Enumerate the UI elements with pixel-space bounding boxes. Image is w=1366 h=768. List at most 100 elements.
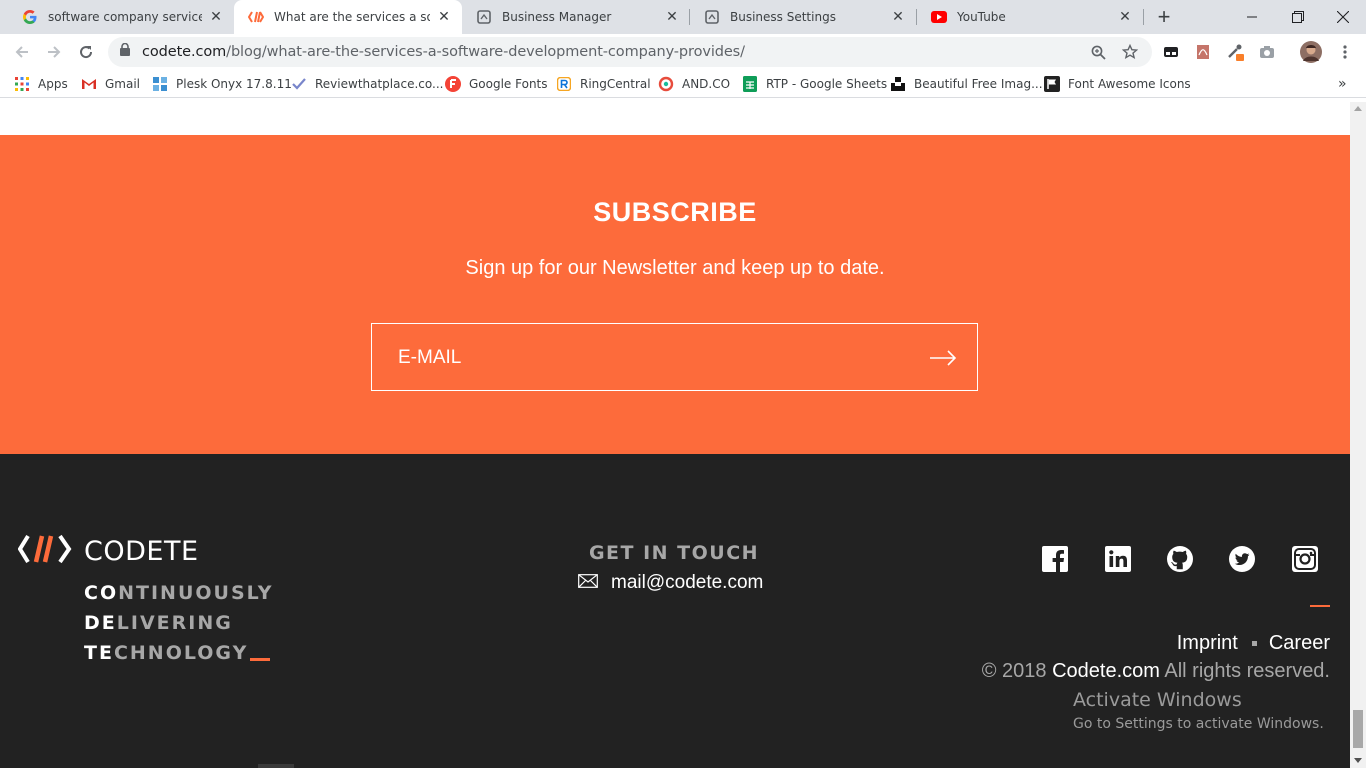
avatar[interactable] [1300,41,1322,63]
subscribe-title: SUBSCRIBE [593,197,757,227]
new-tab-button[interactable]: + [1152,5,1176,29]
bookmark-ringcentral[interactable]: RingCentral [556,75,651,93]
tagline-bold: TE [84,642,114,664]
color-picker-extension-icon[interactable] [1226,43,1244,61]
copyright-text: © 2018 Codete.com All rights reserved. [982,660,1330,683]
bookmark-label: RingCentral [580,77,651,91]
browser-toolbar: codete.com/blog/what-are-the-services-a-… [0,34,1366,70]
scrollbar-thumb[interactable] [1353,710,1363,748]
close-icon[interactable]: ✕ [664,9,680,25]
codete-logo[interactable]: CODETE [17,534,199,569]
bookmark-plesk[interactable]: Plesk Onyx 17.8.11 [152,75,292,93]
bookmark-rtp-sheets[interactable]: RTP - Google Sheets [742,75,887,93]
lock-icon[interactable] [120,42,130,61]
url-text: codete.com/blog/what-are-the-services-a-… [142,44,745,60]
vertical-scrollbar[interactable] [1350,102,1366,768]
facebook-icon[interactable] [1042,546,1068,572]
bookmark-label: Gmail [105,77,141,91]
scroll-up-arrow-icon[interactable] [1354,106,1362,111]
bookmark-font-awesome[interactable]: Font Awesome Icons [1044,75,1191,93]
subscribe-section: SUBSCRIBE Sign up for our Newsletter and… [0,135,1350,454]
tab-business-settings[interactable]: Business Settings ✕ [690,0,916,34]
url-path: /blog/what-are-the-services-a-software-d… [226,44,745,60]
bookmark-andco[interactable]: AND.CO [658,75,730,93]
tab-youtube[interactable]: YouTube ✕ [917,0,1143,34]
bookmark-label: AND.CO [682,77,731,91]
business-manager-icon [476,9,492,25]
close-icon[interactable]: ✕ [890,9,906,25]
tagline-bold: CO [84,582,119,604]
career-link[interactable]: Career [1269,632,1330,655]
pdf-extension-icon[interactable] [1194,43,1212,61]
codete-icon [248,9,264,25]
bookmark-unsplash[interactable]: Beautiful Free Imag... [890,75,1043,93]
logo-wordmark: CODETE [84,536,199,567]
activate-windows-title: Activate Windows [1073,689,1242,711]
tagline-rest: NTINUOUSLY [118,582,274,604]
contact-email-row: mail@codete.com [578,572,763,594]
youtube-icon [931,9,947,25]
tab-google-search[interactable]: software company services - G ✕ [8,0,234,34]
url-domain: codete.com [142,44,227,60]
tab-business-manager[interactable]: Business Manager ✕ [462,0,690,34]
tab-manager-extension-icon[interactable] [1162,43,1180,61]
tagline-line-2: DELIVERING [84,612,233,634]
github-icon[interactable] [1167,546,1193,572]
gmail-icon [81,76,97,92]
tab-codete-blog[interactable]: What are the services a softwa ✕ [234,0,462,34]
tagline-line-3: TECHNOLOGY [84,642,248,664]
sheets-icon [742,76,758,92]
horizontal-scroll-indicator [258,764,294,768]
camera-extension-icon[interactable] [1258,43,1276,61]
andco-icon [658,76,674,92]
copyright-suffix: All rights reserved. [1164,660,1330,682]
restore-button[interactable] [1275,0,1321,34]
bookmarks-overflow-button[interactable]: » [1338,75,1347,93]
bookmark-apps[interactable]: Apps [14,75,68,93]
google-fonts-icon [445,76,461,92]
scroll-down-arrow-icon[interactable] [1354,758,1362,763]
imprint-link[interactable]: Imprint [1177,632,1238,655]
newsletter-form [371,323,978,391]
star-icon[interactable] [1122,44,1138,60]
accent-underline [1310,605,1330,607]
zoom-icon[interactable] [1090,44,1106,60]
plesk-icon [152,76,168,92]
bookmark-gmail[interactable]: Gmail [81,75,140,93]
minimize-button[interactable] [1229,0,1275,34]
close-icon[interactable]: ✕ [208,9,224,25]
bookmark-google-fonts[interactable]: Google Fonts [445,75,548,93]
accent-underline [250,658,270,661]
tab-title: Business Settings [730,10,836,24]
more-menu-icon[interactable] [1336,43,1354,61]
close-icon[interactable]: ✕ [1117,9,1133,25]
bookmark-label: Beautiful Free Imag... [914,77,1043,91]
twitter-icon[interactable] [1229,546,1255,572]
bookmark-reviewthatplace[interactable]: Reviewthatplace.co... [291,75,443,93]
reload-button[interactable] [72,38,100,66]
google-g-icon [22,9,38,25]
contact-email-link[interactable]: mail@codete.com [611,572,763,594]
bookmark-label: Google Fonts [469,77,548,91]
forward-button[interactable] [40,38,68,66]
arrow-right-icon[interactable] [928,346,958,370]
tagline-bold: DE [84,612,117,634]
instagram-icon[interactable] [1292,546,1318,572]
codete-logo-icon [17,534,72,569]
bookmark-label: RTP - Google Sheets [766,77,888,91]
apps-grid-icon [14,76,30,92]
close-window-button[interactable] [1320,0,1366,34]
tagline-line-1: CONTINUOUSLY [84,582,274,604]
close-icon[interactable]: ✕ [436,9,452,25]
linkedin-icon[interactable] [1105,546,1131,572]
bookmark-label: Reviewthatplace.co... [315,77,444,91]
back-button[interactable] [8,38,36,66]
tab-title: YouTube [957,10,1006,24]
address-bar[interactable]: codete.com/blog/what-are-the-services-a-… [108,37,1152,67]
bookmark-label: Plesk Onyx 17.8.11 [176,77,292,91]
email-field[interactable] [398,346,898,370]
copyright-prefix: © 2018 [981,660,1047,682]
page-viewport: SUBSCRIBE Sign up for our Newsletter and… [0,102,1350,768]
ringcentral-icon [556,76,572,92]
tab-title: Business Manager [502,10,612,24]
